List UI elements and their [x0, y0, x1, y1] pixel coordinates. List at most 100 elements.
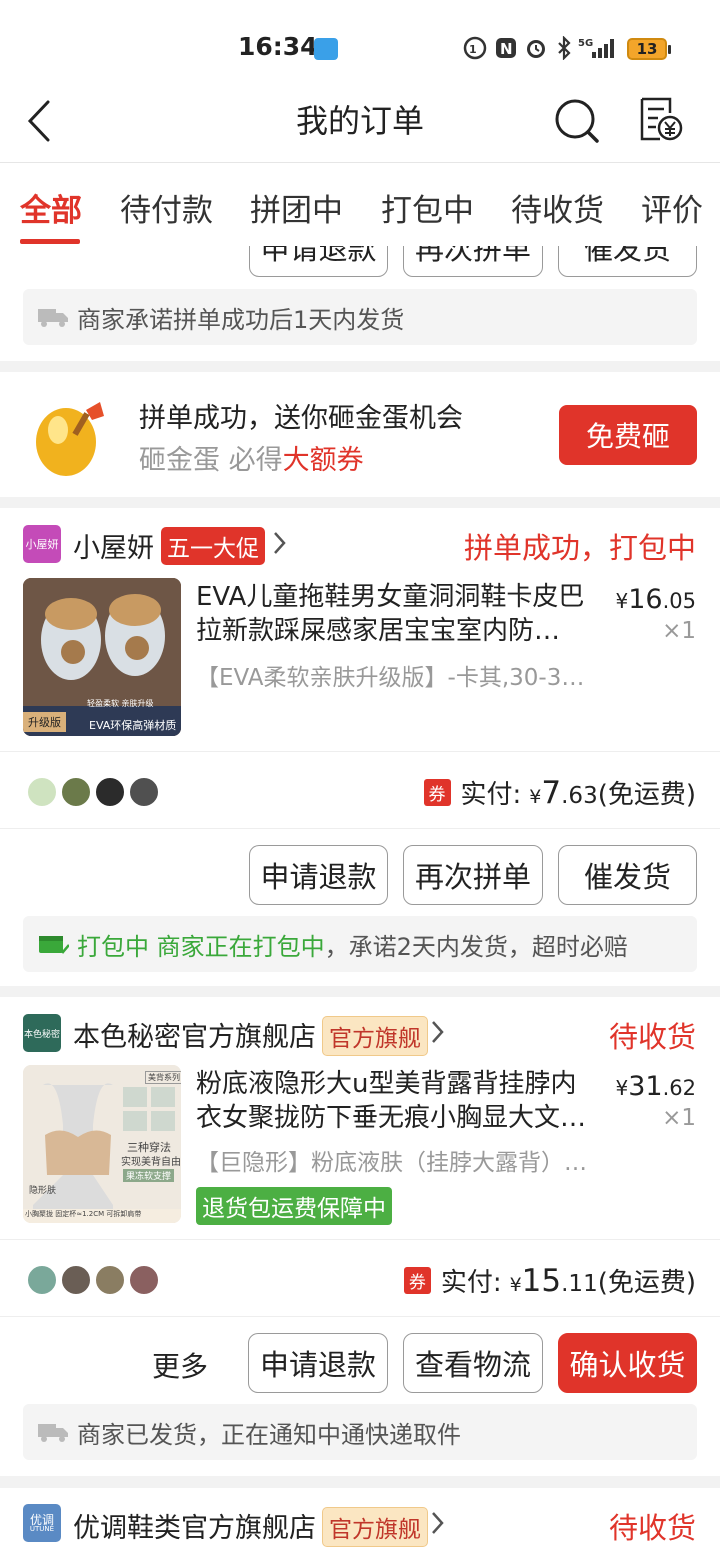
- price-integer: 16: [628, 584, 663, 615]
- paid-integer: 15: [521, 1263, 562, 1299]
- tab-all[interactable]: 全部: [20, 185, 82, 230]
- product-spec: 【巨隐形】粉底液肤（挂脖大露背）…: [196, 1150, 587, 1176]
- package-icon: [37, 933, 69, 955]
- more-button[interactable]: 更多: [152, 1345, 208, 1385]
- order-list[interactable]: 申请退款 再次拼单 催发货 商家承诺拼单成功后1天内发货 拼单成功，送你砸金蛋机…: [0, 246, 720, 1562]
- divider: [0, 828, 720, 829]
- status-time: 16:34: [238, 32, 318, 61]
- order-status: 待收货: [608, 1020, 696, 1054]
- shop-logo[interactable]: 优调 UTUNE: [23, 1504, 61, 1542]
- app-notification-icon: [314, 38, 338, 60]
- shop-logo-text: 优调: [29, 1512, 54, 1527]
- avatar: [26, 776, 58, 808]
- order-status: 待收货: [608, 1511, 696, 1545]
- refund-button[interactable]: 申请退款: [248, 1333, 388, 1393]
- avatar: [60, 776, 92, 808]
- chevron-right-icon[interactable]: [272, 530, 288, 556]
- bluetooth-icon: [554, 36, 574, 60]
- image-tag: 升级版: [23, 712, 66, 732]
- shop-name[interactable]: 优调鞋类官方旗舰店: [73, 1506, 316, 1545]
- return-shipping-guarantee-badge: 退货包运费保障中: [196, 1187, 392, 1225]
- promo-subtitle: 砸金蛋 必得大额券: [139, 438, 364, 477]
- nav-bar: 我的订单: [0, 96, 720, 162]
- group-avatars: [26, 1264, 162, 1296]
- packing-status: 打包中 商家正在打包中: [77, 932, 325, 961]
- shipping-note: 商家承诺拼单成功后1天内发货: [23, 289, 697, 345]
- truck-icon: [37, 306, 69, 328]
- urge-shipping-button[interactable]: 催发货: [558, 845, 697, 905]
- shipping-note-text: 商家已发货，正在通知中通快递取件: [77, 1420, 461, 1449]
- paid-amount: 券 实付: ¥ 7 .63 (免运费): [423, 774, 696, 811]
- product-quantity: ×1: [662, 618, 696, 644]
- coupon-badge: 券: [403, 1267, 431, 1294]
- track-logistics-button[interactable]: 查看物流: [403, 1333, 543, 1393]
- battery-level: 13: [627, 38, 667, 60]
- shipping-note-text: 商家承诺拼单成功后1天内发货: [77, 305, 405, 334]
- svg-text:1: 1: [469, 43, 477, 56]
- currency-symbol: ¥: [509, 1274, 522, 1296]
- urge-shipping-button[interactable]: 催发货: [558, 246, 697, 277]
- chevron-right-icon[interactable]: [430, 1019, 446, 1045]
- free-smash-button[interactable]: 免费砸: [559, 405, 697, 465]
- avatar: [94, 1264, 126, 1296]
- product-image[interactable]: 升级版 EVA环保高弹材质 轻盈柔软 亲肤升级: [23, 578, 181, 736]
- shop-logo-subtext: UTUNE: [29, 1524, 55, 1533]
- shop-logo[interactable]: 小屋妍: [23, 525, 61, 563]
- image-subcaption: 轻盈柔软 亲肤升级: [87, 699, 154, 708]
- search-icon[interactable]: [554, 98, 600, 144]
- packing-note-text: ，承诺2天内发货，超时必赔: [324, 932, 628, 961]
- status-bar: 16:34 1 N 5G 13: [0, 0, 720, 96]
- packing-note: 打包中 商家正在打包中 ，承诺2天内发货，超时必赔: [23, 916, 697, 972]
- tab-packing[interactable]: 打包中: [381, 185, 474, 230]
- chevron-right-icon[interactable]: [430, 1510, 446, 1536]
- image-text: 隐形肤: [29, 1186, 57, 1196]
- tab-review[interactable]: 评价: [641, 185, 703, 230]
- promo-subtitle-plain: 砸金蛋 必得: [139, 445, 283, 476]
- order-card: 优调 UTUNE 优调鞋类官方旗舰店 官方旗舰 待收货: [0, 1488, 720, 1562]
- refund-button[interactable]: 申请退款: [249, 246, 388, 277]
- official-flagship-badge: 官方旗舰: [322, 1016, 428, 1056]
- product-spec: 【EVA柔软亲肤升级版】-卡其,30-3…: [196, 665, 585, 691]
- promo-subtitle-highlight: 大额券: [282, 445, 364, 476]
- refund-button[interactable]: 申请退款: [249, 845, 388, 905]
- paid-integer: 7: [541, 775, 562, 811]
- tab-group-buying[interactable]: 拼团中: [250, 185, 343, 230]
- order-card: 本色秘密 本色秘密官方旗舰店 官方旗舰 待收货 美背系列 三种穿法 实现美背自由…: [0, 997, 720, 1476]
- signal-icon: 5G: [578, 36, 620, 60]
- shop-name[interactable]: 小屋妍: [73, 526, 154, 565]
- divider: [0, 751, 720, 752]
- reorder-button[interactable]: 再次拼单: [403, 845, 543, 905]
- product-title[interactable]: 粉底液隐形大u型美背露背挂脖内衣女聚拢防下垂无痕小胸显大文…: [196, 1067, 601, 1135]
- paid-amount: 券 实付: ¥ 15 .11 (免运费): [403, 1262, 696, 1299]
- battery-icon: 13: [626, 37, 672, 61]
- avatar: [128, 1264, 160, 1296]
- svg-text:N: N: [500, 40, 513, 58]
- official-flagship-badge: 官方旗舰: [322, 1507, 428, 1547]
- confirm-receipt-button[interactable]: 确认收货: [558, 1333, 697, 1393]
- invoice-icon[interactable]: [638, 96, 684, 144]
- reorder-button[interactable]: 再次拼单: [403, 246, 543, 277]
- shop-logo[interactable]: 本色秘密: [23, 1014, 61, 1052]
- paid-decimal: .63: [561, 783, 598, 809]
- order-card-partial: 申请退款 再次拼单 催发货 商家承诺拼单成功后1天内发货: [0, 246, 720, 361]
- image-text: 果冻软支撑: [123, 1169, 175, 1182]
- paid-decimal: .11: [561, 1271, 598, 1297]
- image-tag: 美背系列: [145, 1071, 181, 1084]
- divider: [0, 1316, 720, 1317]
- group-avatars: [26, 776, 162, 808]
- product-image[interactable]: 美背系列 三种穿法 实现美背自由 果冻软支撑 隐形肤 小胸聚拢 固定杯≈1.2C…: [23, 1065, 181, 1223]
- image-caption: EVA环保高弹材质: [89, 719, 177, 732]
- data-saver-icon: 1: [462, 36, 488, 60]
- paid-note: (免运费): [597, 1268, 696, 1298]
- product-price: ¥16.05: [616, 584, 697, 615]
- tab-pending-payment[interactable]: 待付款: [120, 185, 213, 230]
- shop-name[interactable]: 本色秘密官方旗舰店: [73, 1015, 316, 1054]
- product-title[interactable]: EVA儿童拖鞋男女童洞洞鞋卡皮巴拉新款踩屎感家居宝宝室内防…: [196, 580, 601, 648]
- divider: [0, 1239, 720, 1240]
- order-status: 拼单成功，打包中: [463, 531, 696, 565]
- active-tab-indicator: [20, 239, 80, 244]
- image-text: 小胸聚拢 固定杯≈1.2CM 可拆卸肩带: [25, 1210, 142, 1218]
- avatar: [60, 1264, 92, 1296]
- tab-to-receive[interactable]: 待收货: [511, 185, 604, 230]
- promo-badge: 五一大促: [161, 527, 265, 565]
